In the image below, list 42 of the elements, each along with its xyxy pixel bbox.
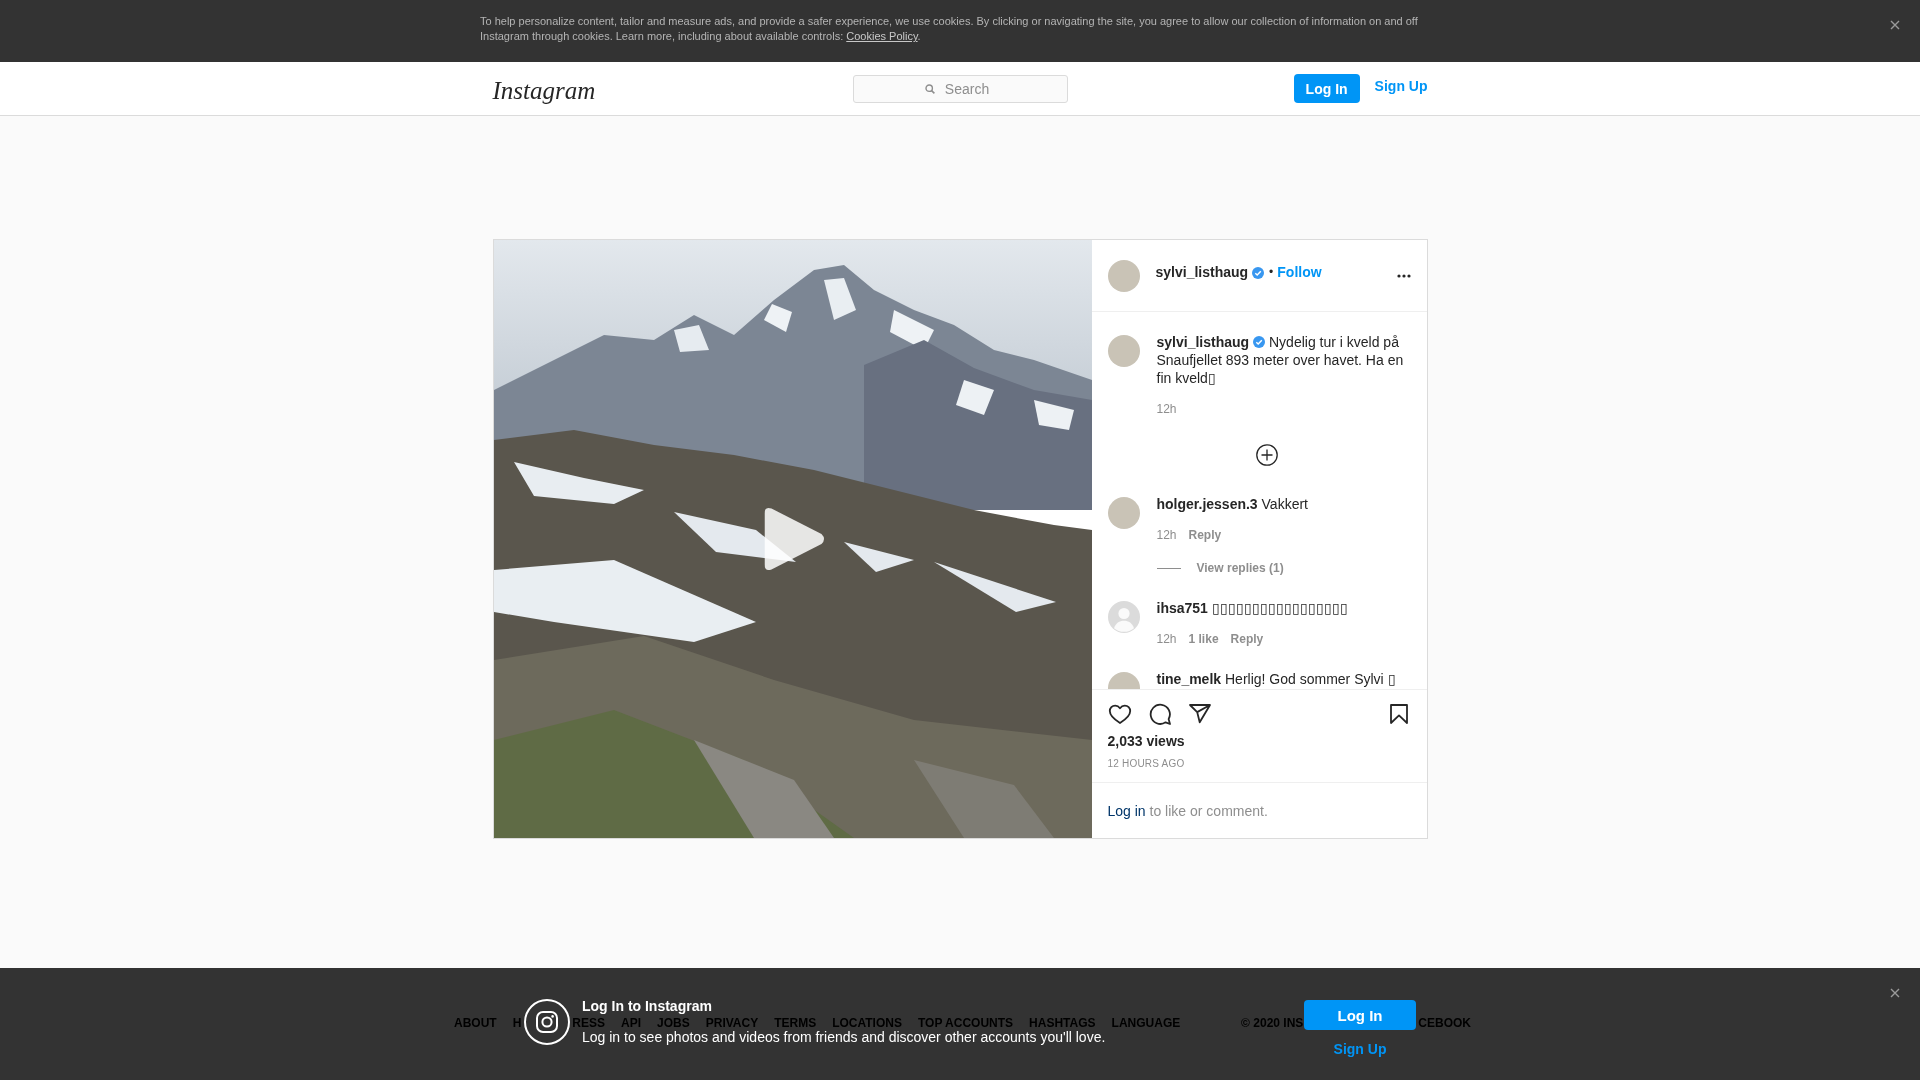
comment-time: 12h: [1156, 402, 1177, 416]
comment-time: 12h: [1156, 528, 1177, 542]
post-time: 12 HOURS AGO: [1107, 757, 1185, 771]
sign-up-link[interactable]: Sign Up: [1333, 1041, 1387, 1057]
cookies-policy-link[interactable]: Cookies Policy: [846, 30, 918, 42]
logo[interactable]: Instagram: [492, 75, 596, 106]
reply-button[interactable]: Reply: [1230, 632, 1264, 646]
username-link[interactable]: holger.jessen.3: [1156, 496, 1258, 512]
banner-text: Log in to see photos and videos from friends and discover other accounts you'll love.: [582, 1029, 1106, 1045]
close-icon[interactable]: [1890, 20, 1900, 30]
close-icon[interactable]: [1890, 988, 1900, 998]
comment-icon[interactable]: [1147, 702, 1172, 726]
load-more-comments-icon[interactable]: [1255, 444, 1278, 466]
comment-text: holger.jessen.3 Vakkert: [1156, 495, 1309, 513]
login-prompt-text: Log in to like or comment.: [1107, 801, 1268, 820]
caption-text: sylvi_listhaug Nydelig tur i kveld på Snaufjellet 893 meter over havet. Ha en fin kveld▯: [1156, 333, 1405, 387]
view-replies-button[interactable]: View replies (1): [1156, 561, 1284, 575]
reply-button[interactable]: Reply: [1188, 528, 1222, 542]
search-icon: [924, 83, 935, 94]
cookie-notice: To help personalize content, tailor and measure ads, and provide a safer experience, we use cookies. By clicking or navigating the site, you agree to allow our collection of information on and off Instagram through cookies. Learn more, including about available controls: Cookies Policy.: [480, 14, 1419, 44]
banner-title: Log In to Instagram: [582, 998, 712, 1014]
play-icon[interactable]: [764, 507, 826, 571]
log-in-button[interactable]: Log In: [1293, 74, 1360, 103]
username-link[interactable]: tine_melk: [1156, 671, 1222, 687]
camera-icon: [524, 998, 570, 1045]
comment-text: ihsa751 ▯▯▯▯▯▯▯▯▯▯▯▯▯▯▯▯▯: [1156, 599, 1349, 617]
likes-count-button[interactable]: 1 like: [1188, 632, 1219, 646]
log-in-button[interactable]: Log In: [1304, 1000, 1416, 1030]
username-link[interactable]: sylvi_listhaug: [1155, 264, 1249, 280]
username-link[interactable]: ihsa751: [1156, 600, 1208, 616]
view-count: 2,033 views: [1107, 732, 1185, 750]
more-options-icon[interactable]: [1396, 273, 1411, 278]
sign-up-link[interactable]: Sign Up: [1374, 77, 1428, 94]
search-field[interactable]: Search: [852, 74, 1068, 103]
comment-text: tine_melk Herlig! God sommer Sylvi ▯: [1156, 670, 1397, 688]
heart-icon[interactable]: [1107, 702, 1132, 726]
separator-dot: •: [1269, 265, 1274, 279]
comment-time: 12h: [1156, 632, 1177, 646]
share-icon[interactable]: [1187, 702, 1212, 726]
follow-button[interactable]: Follow: [1277, 264, 1322, 280]
username-link[interactable]: sylvi_listhaug: [1156, 334, 1250, 350]
log-in-link[interactable]: Log in: [1107, 802, 1146, 819]
